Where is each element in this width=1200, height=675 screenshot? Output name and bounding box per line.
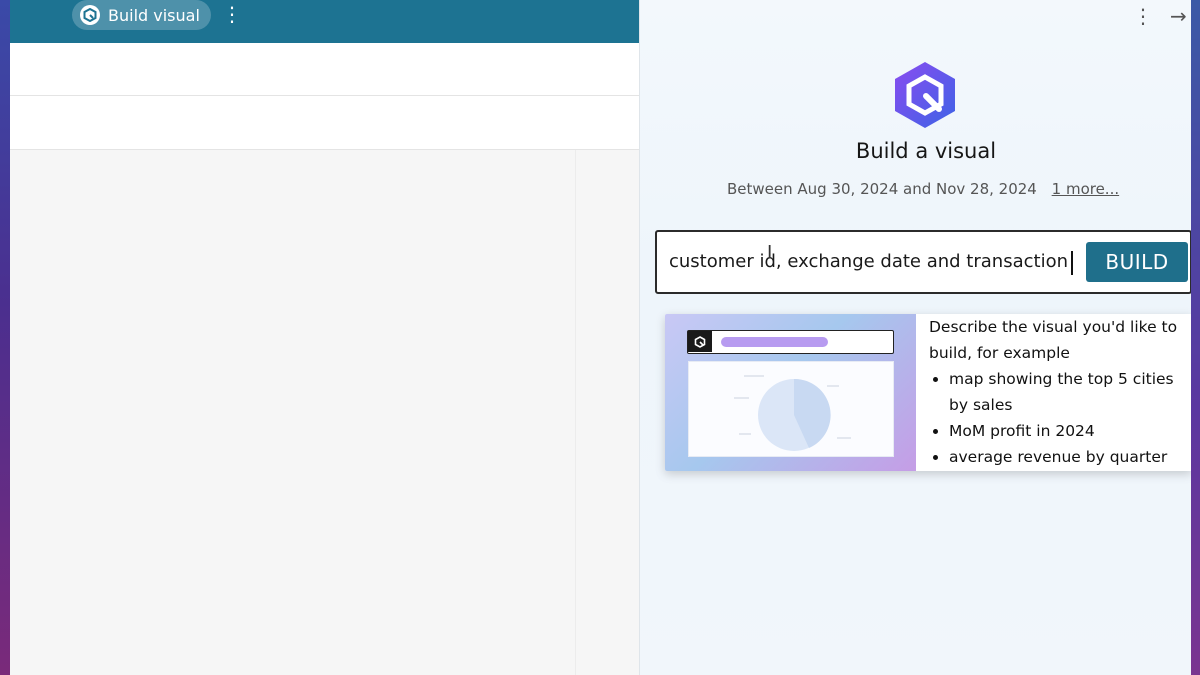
build-visual-label: Build visual — [108, 5, 200, 25]
date-range-text: Between Aug 30, 2024 and Nov 28, 2024 — [727, 180, 1037, 198]
dashboard-canvas — [10, 150, 650, 675]
query-input-value: customer id, exchange date and transacti… — [669, 251, 1068, 272]
text-cursor-icon: I — [767, 242, 773, 263]
q-logo-icon — [80, 5, 100, 25]
desktop-background — [1191, 0, 1200, 675]
panel-more-options-icon[interactable]: ⋮ — [1133, 5, 1153, 29]
hint-examples-list: map showing the top 5 cities by sales Mo… — [929, 366, 1192, 470]
hint-illustration — [665, 314, 916, 471]
query-input[interactable]: customer id, exchange date and transacti… — [669, 251, 1071, 277]
canvas-divider — [575, 150, 576, 675]
build-button[interactable]: BUILD — [1086, 242, 1188, 282]
hint-intro: Describe the visual you'd like to build,… — [929, 318, 1178, 362]
dashboard-row — [10, 96, 650, 150]
panel-title: Build a visual — [855, 139, 997, 163]
more-filters-link[interactable]: 1 more... — [1052, 180, 1119, 198]
date-range: Between Aug 30, 2024 and Nov 28, 2024 1 … — [727, 180, 1119, 198]
q-logo-icon — [892, 60, 958, 130]
illustration-chart — [688, 361, 894, 457]
dashboard-toolbar: Build visual ⋮ — [10, 0, 650, 43]
collapse-panel-icon[interactable]: → — [1170, 4, 1192, 28]
illustration-q-icon — [688, 331, 712, 352]
dashboard-row — [10, 43, 650, 96]
text-caret — [1071, 251, 1073, 275]
illustration-search-bar — [687, 330, 894, 354]
dashboard-window: Build visual ⋮ — [10, 0, 650, 675]
hint-text: Describe the visual you'd like to build,… — [929, 314, 1192, 470]
hint-card: Describe the visual you'd like to build,… — [665, 314, 1192, 471]
build-visual-button[interactable]: Build visual — [72, 0, 211, 30]
query-input-box[interactable]: customer id, exchange date and transacti… — [655, 230, 1192, 294]
build-visual-panel: ⋮ → Build a visual Between Aug 30, 2024 … — [639, 0, 1192, 675]
more-options-icon[interactable]: ⋮ — [222, 3, 242, 27]
hint-example: MoM profit in 2024 — [949, 418, 1192, 444]
hint-example: map showing the top 5 cities by sales — [949, 366, 1192, 418]
hint-example: average revenue by quarter — [949, 444, 1192, 470]
illustration-query-pill — [721, 337, 828, 347]
